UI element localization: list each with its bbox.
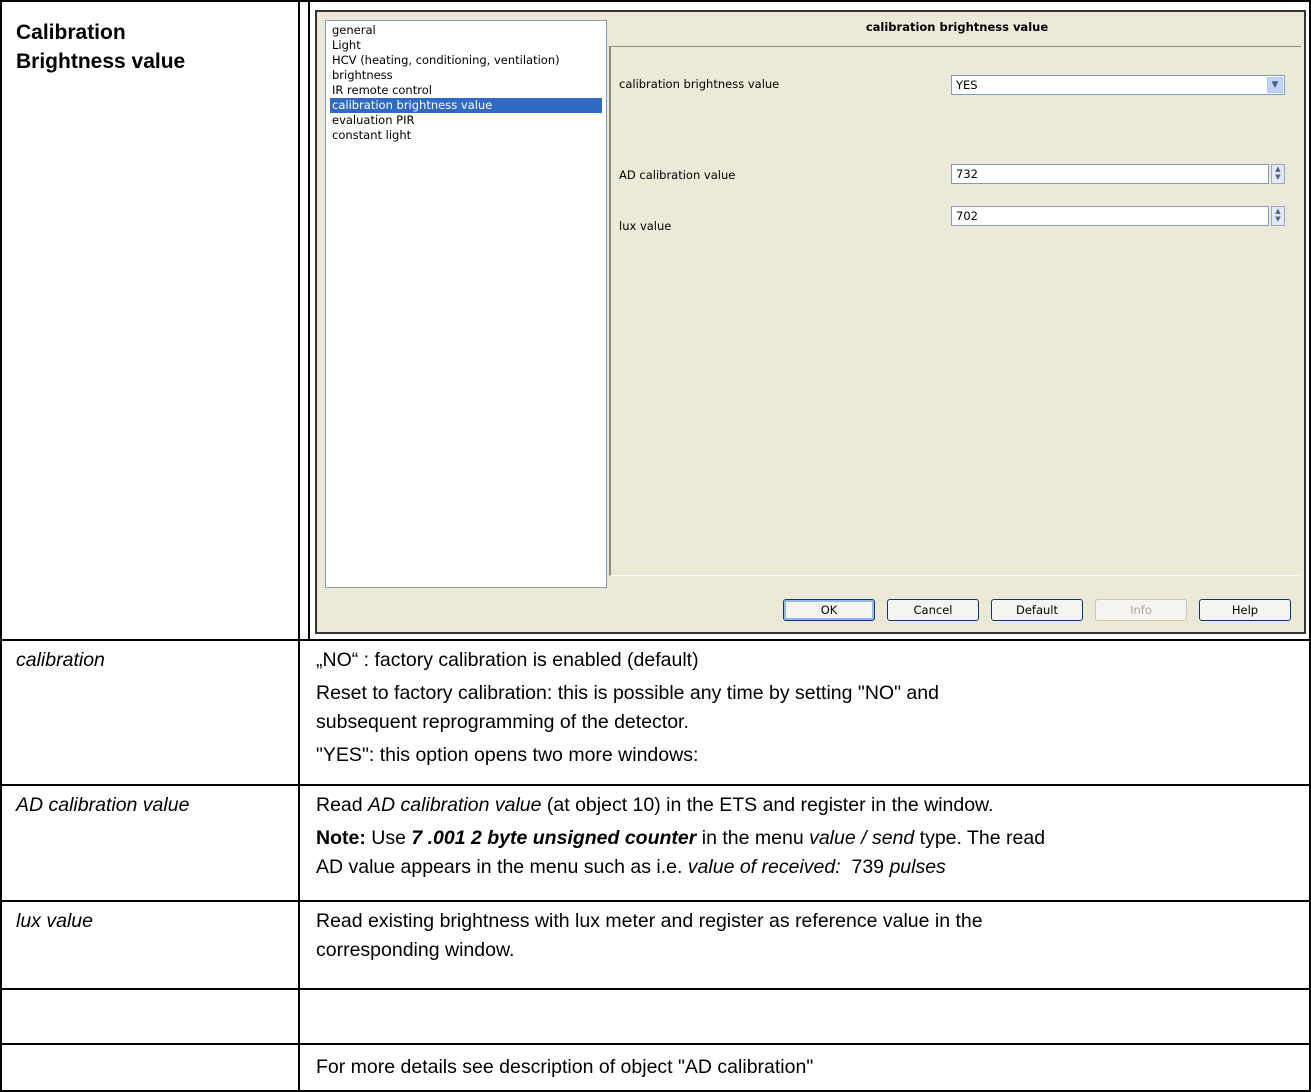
ad-note-in-menu: in the menu bbox=[696, 827, 810, 849]
lux-value-input[interactable]: 702 bbox=[951, 206, 1269, 226]
ad-line3-italic: value of received: bbox=[687, 856, 841, 878]
ad-line3-value: 739 bbox=[840, 856, 890, 878]
ets-parameter-dialog: general Light HCV (heating, conditioning… bbox=[315, 10, 1306, 634]
ad-note-use: Use bbox=[365, 827, 412, 849]
ad-note-bold-italic: 7 .001 2 byte unsigned counter bbox=[411, 827, 697, 849]
calibration-select-value: YES bbox=[956, 78, 978, 92]
default-button[interactable]: Default bbox=[991, 599, 1083, 621]
ad-line2: Note: Use 7 .001 2 byte unsigned counter… bbox=[316, 824, 1045, 853]
ad-row-label: AD calibration value bbox=[16, 794, 190, 816]
ok-button[interactable]: OK bbox=[783, 599, 875, 621]
lux-field-label: lux value bbox=[619, 219, 672, 233]
table-border-left bbox=[0, 0, 2, 1092]
lux-row-text: Read existing brightness with lux meter … bbox=[316, 907, 983, 965]
ad-line3-unit: pulses bbox=[889, 856, 946, 878]
details-text: For more details see description of obje… bbox=[316, 1056, 814, 1078]
tree-item-evaluation-pir[interactable]: evaluation PIR bbox=[330, 113, 414, 128]
row-divider-1 bbox=[0, 639, 1311, 641]
ad-note-label: Note: bbox=[316, 827, 366, 849]
ad-calibration-field-label: AD calibration value bbox=[619, 168, 736, 182]
lux-line1: Read existing brightness with lux meter … bbox=[316, 910, 983, 932]
tree-item-general[interactable]: general bbox=[330, 23, 376, 38]
calibration-row-label: calibration bbox=[16, 649, 105, 671]
tree-item-brightness[interactable]: brightness bbox=[330, 68, 393, 83]
calibration-line3: subsequent reprogramming of the detector… bbox=[316, 711, 689, 733]
tree-item-hcv[interactable]: HCV (heating, conditioning, ventilation) bbox=[330, 53, 560, 68]
tree-item-ir-remote-control[interactable]: IR remote control bbox=[330, 83, 432, 98]
ad-read-suffix: (at object 10) in the ETS and register i… bbox=[541, 794, 994, 816]
section-title-line1: Calibration bbox=[16, 21, 126, 44]
calibration-select[interactable]: YES ▼ bbox=[951, 75, 1285, 95]
ad-note-menu-italic: value / send bbox=[809, 827, 915, 849]
ad-read-prefix: Read bbox=[316, 794, 369, 816]
calibration-line1: „NO“ : factory calibration is enabled (d… bbox=[316, 649, 699, 671]
section-title-line2: Brightness value bbox=[16, 50, 186, 73]
calibration-line4: "YES": this option opens two more window… bbox=[316, 744, 699, 766]
ad-calibration-input[interactable]: 732 bbox=[951, 164, 1269, 184]
calibration-field-label: calibration brightness value bbox=[619, 77, 780, 91]
section-title: Calibration Brightness value bbox=[16, 18, 185, 76]
help-button[interactable]: Help bbox=[1199, 599, 1291, 621]
row-divider-5 bbox=[0, 1043, 1311, 1045]
parameter-tree[interactable]: general Light HCV (heating, conditioning… bbox=[325, 20, 607, 588]
info-button: Info bbox=[1095, 599, 1187, 621]
row-divider-3 bbox=[0, 900, 1311, 902]
tree-item-calibration-brightness-value[interactable]: calibration brightness value bbox=[330, 98, 602, 113]
ad-spin-icon[interactable]: ▲ ▼ bbox=[1271, 164, 1285, 184]
parameter-panel: calibration brightness value YES ▼ AD ca… bbox=[609, 46, 1301, 576]
cancel-button[interactable]: Cancel bbox=[887, 599, 979, 621]
ad-line1: Read AD calibration value (at object 10)… bbox=[316, 791, 1045, 820]
ad-line3: AD value appears in the menu such as i.e… bbox=[316, 853, 1045, 882]
row-divider-2 bbox=[0, 784, 1311, 786]
tree-item-light[interactable]: Light bbox=[330, 38, 361, 53]
ad-row-text: Read AD calibration value (at object 10)… bbox=[316, 791, 1045, 882]
calibration-line2: Reset to factory calibration: this is po… bbox=[316, 682, 939, 704]
chevron-down-icon[interactable]: ▼ bbox=[1267, 77, 1283, 93]
ad-line3-prefix: AD value appears in the menu such as i.e… bbox=[316, 856, 688, 878]
table-column-divider-a bbox=[298, 0, 300, 1092]
calibration-row-text: „NO“ : factory calibration is enabled (d… bbox=[316, 646, 939, 770]
row-divider-4 bbox=[0, 988, 1311, 990]
table-border-top bbox=[0, 0, 1311, 2]
ad-read-italic: AD calibration value bbox=[368, 794, 542, 816]
ad-note-type: type. The read bbox=[914, 827, 1046, 849]
lux-line2: corresponding window. bbox=[316, 939, 515, 961]
tree-item-constant-light[interactable]: constant light bbox=[330, 128, 411, 143]
lux-row-label: lux value bbox=[16, 910, 93, 932]
lux-spin-icon[interactable]: ▲ ▼ bbox=[1271, 206, 1285, 226]
table-column-divider-b bbox=[308, 0, 310, 640]
panel-title: calibration brightness value bbox=[865, 20, 1049, 34]
